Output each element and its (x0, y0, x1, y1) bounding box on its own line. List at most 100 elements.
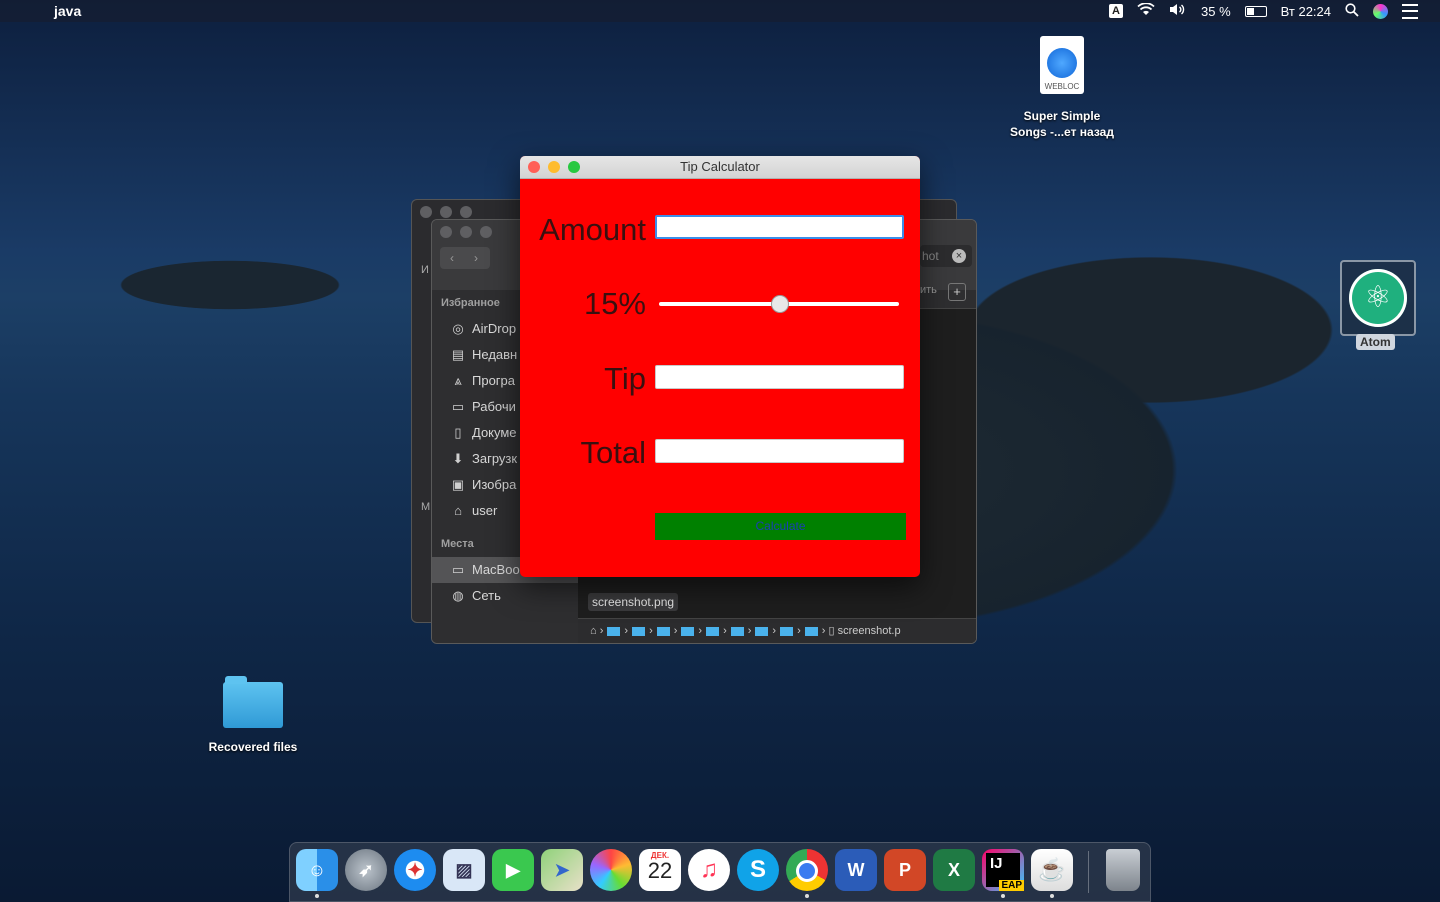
folder-icon[interactable] (780, 626, 794, 636)
running-indicator (315, 894, 319, 898)
window-title: Tip Calculator (680, 159, 760, 174)
window-minimize-button[interactable] (548, 161, 560, 173)
desktop-folder-recovered-files[interactable]: Recovered files (198, 676, 308, 754)
folder-icon[interactable] (681, 626, 695, 636)
running-indicator (1050, 894, 1054, 898)
total-label: Total (580, 435, 646, 470)
atom-label: Atom (1356, 334, 1395, 350)
tip-percent-slider-thumb[interactable] (771, 295, 789, 313)
downloads-icon: ⬇ (452, 451, 464, 466)
tip-output-field[interactable] (655, 365, 904, 389)
pictures-icon: ▣ (451, 477, 465, 492)
safari-compass-icon (1047, 48, 1077, 78)
tip-calculator-window[interactable]: Tip Calculator Amount 15% Tip Total Calc… (520, 156, 920, 577)
running-indicator (805, 894, 809, 898)
file-icon: ▯ (828, 625, 835, 637)
siri-icon[interactable] (1373, 3, 1388, 19)
volume-icon[interactable] (1169, 3, 1187, 19)
preview-dock-icon[interactable]: ▨ (443, 849, 485, 891)
word-dock-icon[interactable]: W (835, 849, 877, 891)
back-window-sidebar-letter: И (421, 264, 429, 276)
home-icon[interactable]: ⌂ (590, 625, 597, 637)
safari-dock-icon[interactable]: ✦ (394, 849, 436, 891)
input-source-icon[interactable]: A (1109, 4, 1124, 18)
facetime-dock-icon[interactable]: ▶ (492, 849, 534, 891)
battery-percent[interactable]: 35 % (1201, 4, 1231, 19)
menu-bar: java A 35 % Вт 22:24 (0, 0, 1440, 22)
folder-icon[interactable] (656, 626, 670, 636)
window-zoom-button[interactable] (568, 161, 580, 173)
photos-dock-icon[interactable] (590, 849, 632, 891)
airdrop-icon: ◎ (452, 321, 464, 336)
excel-dock-icon[interactable]: X (933, 849, 975, 891)
laptop-icon: ▭ (451, 562, 465, 577)
trash-icon[interactable] (1106, 849, 1140, 891)
dock: ☺ ➶ ✦ ▨ ▶ ➤ ДЕК. 22 ♫ S W P X IJ EAP ☕ (289, 842, 1151, 902)
calendar-dock-icon[interactable]: ДЕК. 22 (639, 849, 681, 891)
folder-icon[interactable] (706, 626, 720, 636)
window-close-button[interactable] (528, 161, 540, 173)
battery-icon[interactable] (1244, 5, 1267, 17)
amount-input[interactable] (655, 215, 904, 239)
skype-dock-icon[interactable]: S (737, 849, 779, 891)
spotlight-search-icon[interactable] (1345, 2, 1359, 20)
folder-label: Recovered files (208, 740, 298, 754)
powerpoint-dock-icon[interactable]: P (884, 849, 926, 891)
chrome-dock-icon[interactable] (786, 849, 828, 891)
desktop-webloc-file[interactable]: WEBLOC Super Simple Songs -...ет назад (1000, 36, 1124, 140)
amount-label: Amount (539, 212, 646, 247)
webloc-label-line2: Songs -...ет назад (1010, 125, 1114, 139)
calendar-day: 22 (647, 858, 673, 883)
launchpad-dock-icon[interactable]: ➶ (345, 849, 387, 891)
folder-icon[interactable] (730, 626, 744, 636)
forward-arrow-icon[interactable]: › (464, 247, 488, 269)
atom-logo-icon: ⚛ (1349, 269, 1407, 327)
finder-zoom-button[interactable] (480, 226, 492, 238)
desktop-icon: ▭ (451, 399, 465, 414)
folder-icon[interactable] (607, 626, 621, 636)
maps-dock-icon[interactable]: ➤ (541, 849, 583, 891)
eap-badge: EAP (999, 880, 1024, 891)
back-window-sidebar-letter: М (421, 501, 431, 513)
dock-separator (1088, 851, 1089, 893)
finder-dock-icon[interactable]: ☺ (296, 849, 338, 891)
java-dock-icon[interactable]: ☕ (1031, 849, 1073, 891)
back-arrow-icon[interactable]: ‹ (440, 247, 464, 269)
total-output-field[interactable] (655, 439, 904, 463)
notification-center-icon[interactable] (1402, 3, 1418, 19)
recents-icon: ▤ (451, 347, 465, 362)
selected-file-name[interactable]: screenshot.png (588, 593, 679, 611)
calculate-button[interactable]: Calculate (655, 513, 906, 540)
path-file-name[interactable]: screenshot.p (838, 625, 901, 637)
finder-search-field[interactable]: hot × (920, 245, 972, 267)
sidebar-item-network[interactable]: ◍ Сеть (432, 583, 578, 609)
back-window-close-button[interactable] (420, 206, 432, 218)
intellij-eap-dock-icon[interactable]: IJ EAP (982, 849, 1024, 891)
webloc-label-line1: Super Simple (1023, 109, 1101, 123)
running-indicator (1001, 894, 1005, 898)
clock[interactable]: Вт 22:24 (1281, 4, 1331, 19)
itunes-dock-icon[interactable]: ♫ (688, 849, 730, 891)
finder-nav-buttons: ‹ › (440, 247, 490, 269)
tip-label: Tip (604, 361, 646, 396)
folder-icon[interactable] (755, 626, 769, 636)
finder-search-text: hot (922, 249, 939, 263)
tip-calculator-titlebar: Tip Calculator (520, 156, 920, 179)
wifi-icon[interactable] (1137, 2, 1155, 19)
clear-search-icon[interactable]: × (952, 249, 966, 263)
atom-app-icon[interactable]: ⚛ (1340, 260, 1416, 336)
back-window-minimize-button[interactable] (440, 206, 452, 218)
webloc-document-icon: WEBLOC (1040, 36, 1084, 94)
add-icon[interactable]: + (948, 283, 966, 301)
home-icon: ⌂ (454, 503, 462, 518)
folder-icon (223, 676, 283, 728)
app-menu-name[interactable]: java (54, 3, 81, 19)
documents-icon: ▯ (454, 425, 462, 440)
folder-icon[interactable] (632, 626, 646, 636)
applications-icon: ⩓ (454, 373, 462, 388)
finder-close-button[interactable] (440, 226, 452, 238)
network-icon: ◍ (452, 588, 464, 603)
finder-minimize-button[interactable] (460, 226, 472, 238)
folder-icon[interactable] (804, 626, 818, 636)
back-window-zoom-button[interactable] (460, 206, 472, 218)
